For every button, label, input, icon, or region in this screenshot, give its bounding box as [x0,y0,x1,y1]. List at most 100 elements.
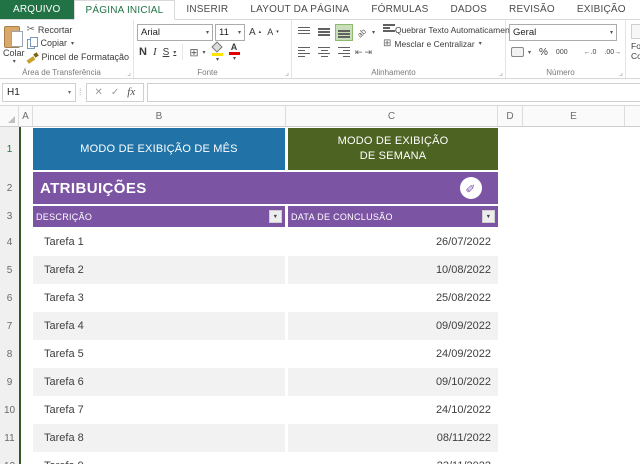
task-name-cell[interactable]: Tarefa 2 [33,256,285,284]
task-due-cell[interactable]: 25/08/2022 [288,284,498,312]
row-header-3[interactable]: 3 [0,205,19,228]
task-due-cell[interactable]: 24/10/2022 [288,396,498,424]
table-row[interactable]: Tarefa 9 23/11/2022 [33,452,498,464]
number-dialog-launcher-icon[interactable]: ⌟ [619,69,623,77]
filter-dropdown-icon[interactable] [482,210,495,223]
font-dialog-launcher-icon[interactable]: ⌟ [285,69,289,77]
formula-input[interactable] [147,82,640,102]
tab-revisao[interactable]: REVISÃO [498,0,566,19]
alignment-dialog-launcher-icon[interactable]: ⌟ [499,69,503,77]
tab-arquivo[interactable]: ARQUIVO [0,0,74,19]
table-row[interactable]: Tarefa 2 10/08/2022 [33,256,498,284]
task-name-cell[interactable]: Tarefa 8 [33,424,285,452]
task-name-cell[interactable]: Tarefa 4 [33,312,285,340]
task-due-cell[interactable]: 23/11/2022 [288,452,498,464]
table-header-data-conclusao[interactable]: DATA DE CONCLUSÃO [288,206,498,227]
format-painter-button[interactable]: Pincel de Formatação [25,51,132,63]
task-due-cell[interactable]: 24/09/2022 [288,340,498,368]
edit-pencil-button[interactable]: ✎ [460,177,482,199]
filter-dropdown-icon[interactable] [269,210,282,223]
row-header-5[interactable]: 5 [0,256,19,284]
row-header-8[interactable]: 8 [0,340,19,368]
font-size-select[interactable]: 11 ▾ [215,23,245,41]
number-format-select[interactable]: Geral ▾ [509,23,617,41]
table-row[interactable]: Tarefa 8 08/11/2022 [33,424,498,452]
borders-button[interactable]: ⊞ [187,46,207,59]
task-name-cell[interactable]: Tarefa 3 [33,284,285,312]
table-row[interactable]: Tarefa 7 24/10/2022 [33,396,498,424]
percent-style-button[interactable]: % [537,47,550,58]
column-header-f-partial[interactable] [625,106,640,126]
task-name-cell[interactable]: Tarefa 7 [33,396,285,424]
align-bottom-button[interactable] [335,23,353,41]
bold-button[interactable]: N [137,46,149,58]
row-header-2[interactable]: 2 [0,171,19,205]
table-row[interactable]: Tarefa 3 25/08/2022 [33,284,498,312]
task-due-cell[interactable]: 09/09/2022 [288,312,498,340]
copy-button[interactable]: Copiar [25,37,132,49]
column-header-a[interactable]: A [19,106,33,126]
row-header-1[interactable]: 1 [0,127,19,171]
italic-button[interactable]: I [151,46,159,58]
column-header-c[interactable]: C [286,106,498,126]
column-header-e[interactable]: E [523,106,625,126]
row-header-12[interactable]: 12 [0,452,19,464]
name-box[interactable]: H1 ▾ [2,82,76,102]
task-name-cell[interactable]: Tarefa 9 [33,452,285,464]
row-header-9[interactable]: 9 [0,368,19,396]
tab-pagina-inicial[interactable]: PÁGINA INICIAL [73,0,176,20]
task-name-cell[interactable]: Tarefa 6 [33,368,285,396]
task-name-cell[interactable]: Tarefa 1 [33,228,285,256]
fill-color-button[interactable] [210,40,225,63]
decrease-decimal-button[interactable]: .00→ [602,49,623,56]
tab-dados[interactable]: DADOS [439,0,498,19]
select-all-button[interactable] [0,106,19,126]
tab-layout-da-pagina[interactable]: LAYOUT DA PÁGINA [239,0,360,19]
underline-button[interactable]: S [161,47,179,58]
align-center-button[interactable] [315,44,333,61]
tab-formulas[interactable]: FÓRMULAS [360,0,439,19]
align-left-button[interactable] [295,44,313,61]
table-row[interactable]: Tarefa 4 09/09/2022 [33,312,498,340]
accounting-format-button[interactable] [509,47,533,57]
row-header-10[interactable]: 10 [0,396,19,424]
cancel-icon[interactable]: ✕ [95,87,103,98]
comma-style-button[interactable]: 000 [554,49,570,56]
tab-exibicao[interactable]: EXIBIÇÃO [566,0,637,19]
table-row[interactable]: Tarefa 1 26/07/2022 [33,228,498,256]
clipboard-dialog-launcher-icon[interactable]: ⌟ [127,69,131,77]
table-row[interactable]: Tarefa 6 09/10/2022 [33,368,498,396]
column-header-d[interactable]: D [498,106,523,126]
row-header-4[interactable]: 4 [0,228,19,256]
row-header-7[interactable]: 7 [0,312,19,340]
merge-center-button[interactable]: ⊞ Mesclar e Centralizar [381,38,519,49]
shrink-font-button[interactable]: A ▾ [265,27,281,37]
table-header-descricao[interactable]: DESCRIÇÃO [33,206,285,227]
paste-button[interactable]: Colar [3,23,25,65]
row-header-6[interactable]: 6 [0,284,19,312]
align-top-button[interactable] [295,24,313,41]
task-due-cell[interactable]: 10/08/2022 [288,256,498,284]
align-right-button[interactable] [335,44,353,61]
task-due-cell[interactable]: 09/10/2022 [288,368,498,396]
font-name-select[interactable]: Arial ▾ [137,23,213,41]
task-due-cell[interactable]: 08/11/2022 [288,424,498,452]
assignments-title-bar[interactable]: ATRIBUIÇÕES ✎ [33,172,498,204]
increase-indent-button[interactable]: ⇥ [365,47,373,58]
font-color-button[interactable]: A [227,42,242,62]
task-due-cell[interactable]: 26/07/2022 [288,228,498,256]
insert-function-button[interactable]: fx [127,86,135,98]
wrap-text-button[interactable]: Quebrar Texto Automaticamente [381,24,519,35]
cell-week-view[interactable]: MODO DE EXIBIÇÃO DE SEMANA [288,128,498,170]
increase-decimal-button[interactable]: ←.0 [582,49,599,56]
orientation-button[interactable]: ab [355,26,377,39]
grow-font-button[interactable]: A ▴ [247,27,263,38]
cell-month-view[interactable]: MODO DE EXIBIÇÃO DE MÊS [33,128,285,170]
column-header-b[interactable]: B [33,106,286,126]
row-header-11[interactable]: 11 [0,424,19,452]
decrease-indent-button[interactable]: ⇤ [355,47,363,58]
enter-icon[interactable]: ✓ [111,87,119,98]
table-row[interactable]: Tarefa 5 24/09/2022 [33,340,498,368]
conditional-formatting-button[interactable]: For Con [629,41,640,61]
tab-inserir[interactable]: INSERIR [175,0,239,19]
